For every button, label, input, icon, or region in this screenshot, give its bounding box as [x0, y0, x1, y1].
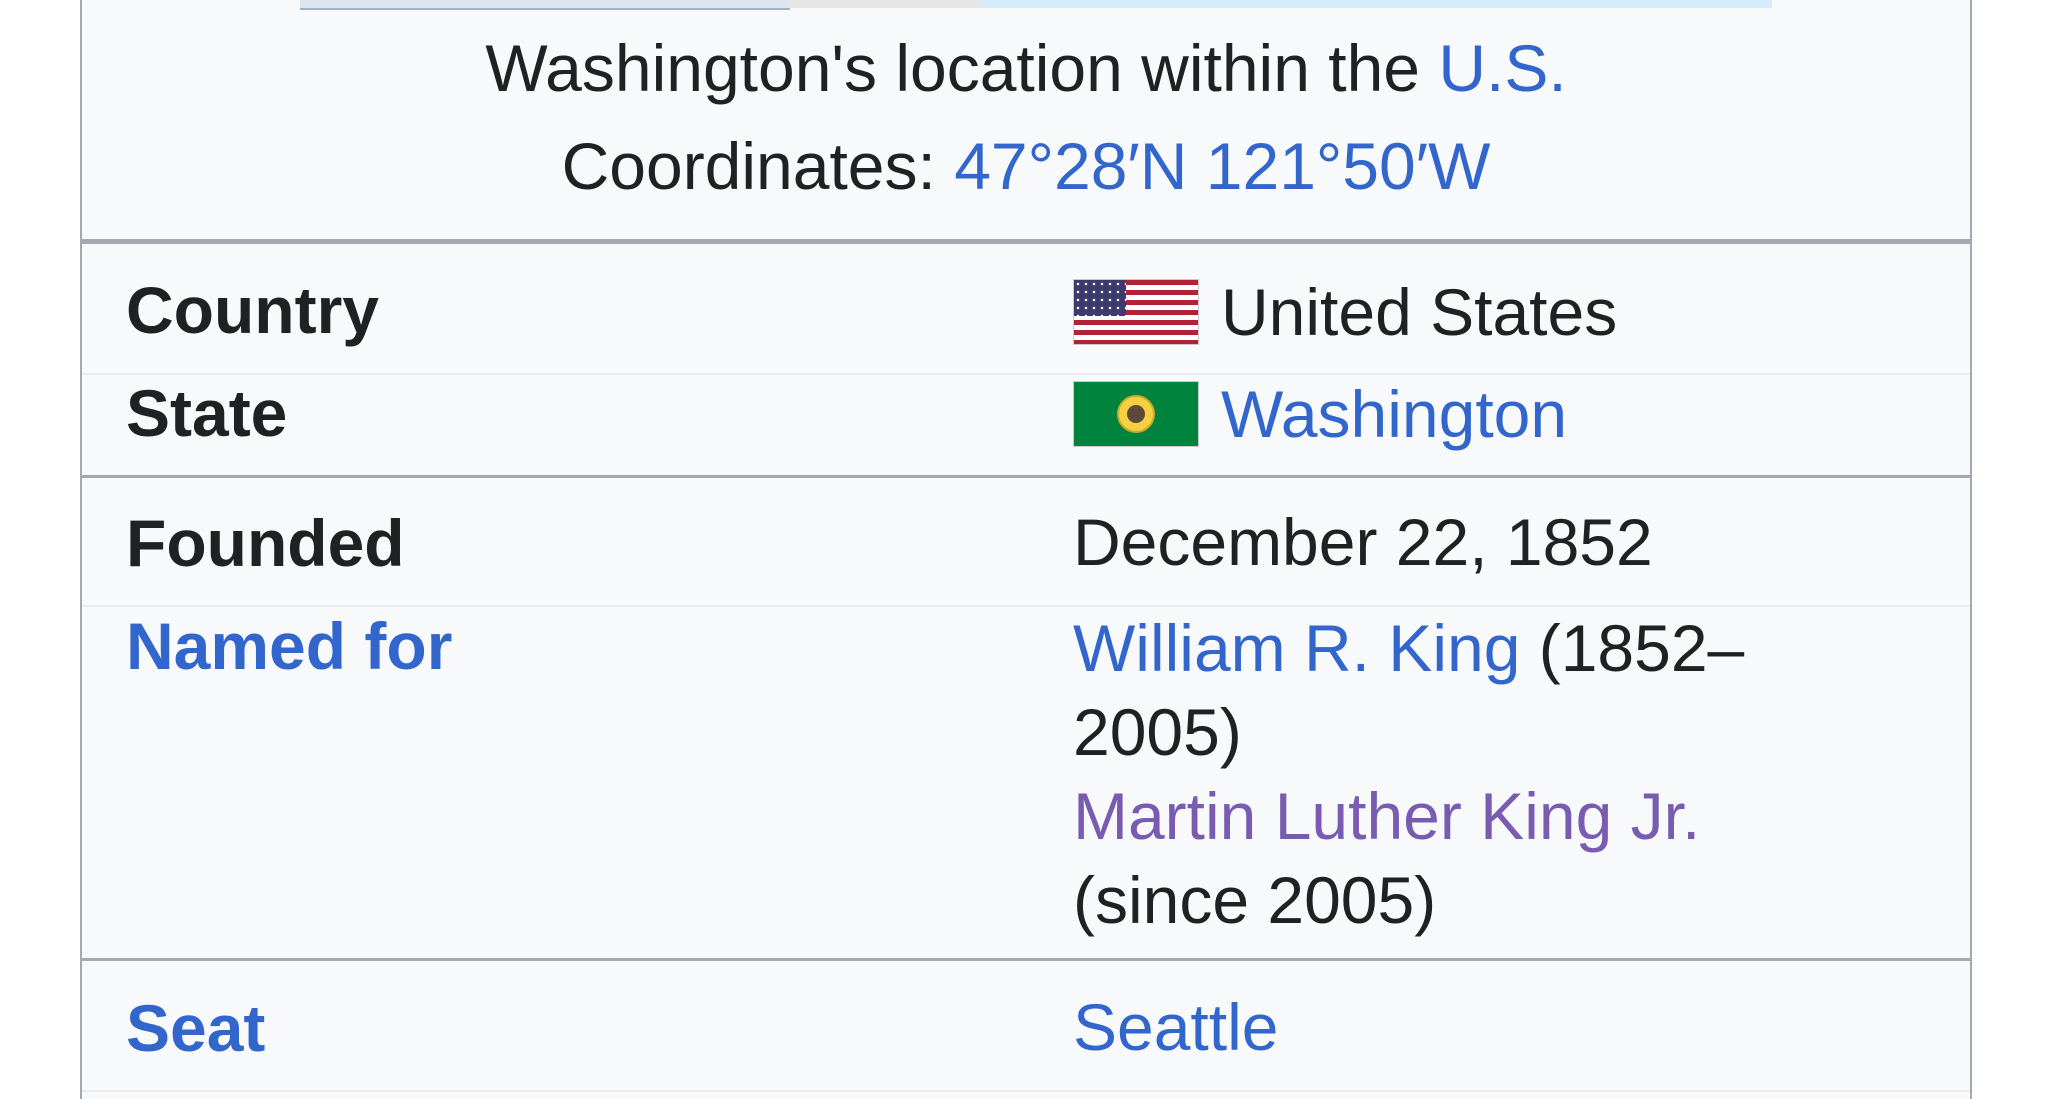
row-divider	[82, 1090, 1970, 1092]
seattle-link[interactable]: Seattle	[1073, 985, 1278, 1069]
country-label: Country	[126, 273, 379, 347]
founded-label: Founded	[126, 506, 405, 580]
us-flag-icon[interactable]	[1073, 278, 1199, 345]
coordinates-link[interactable]: 47°28′N 121°50′W	[954, 129, 1490, 203]
named-for-entry-2: Martin Luther King Jr. (since 2005)	[1073, 774, 1833, 942]
location-map-image[interactable]	[300, 0, 790, 10]
section-divider	[82, 958, 1970, 961]
martin-luther-king-jr-years: (since 2005)	[1073, 863, 1437, 937]
william-r-king-link[interactable]: William R. King	[1073, 611, 1520, 685]
location-map-image-water	[982, 0, 1772, 8]
washington-link[interactable]: Washington	[1221, 377, 1567, 451]
seat-link[interactable]: Seat	[126, 990, 265, 1066]
coordinates: Coordinates: 47°28′N 121°50′W	[82, 128, 1970, 204]
named-for-value: William R. King (1852–2005) Martin Luthe…	[1073, 606, 1833, 942]
founded-value: December 22, 1852	[1073, 505, 1653, 579]
section-divider	[82, 239, 1970, 244]
row-divider	[82, 373, 1970, 375]
section-divider	[82, 475, 1970, 478]
named-for-link[interactable]: Named for	[126, 608, 452, 684]
us-link[interactable]: U.S.	[1438, 31, 1566, 105]
martin-luther-king-jr-link[interactable]: Martin Luther King Jr.	[1073, 779, 1700, 853]
country-value: United States	[1073, 270, 1617, 354]
named-for-entry-1: William R. King (1852–2005)	[1073, 606, 1833, 774]
washington-flag-icon[interactable]	[1073, 380, 1199, 447]
infobox: Washington's location within the U.S. Co…	[80, 0, 1972, 1099]
location-map-image-edge	[790, 0, 982, 8]
map-caption: Washington's location within the U.S.	[82, 30, 1970, 106]
map-caption-text: Washington's location within the	[485, 31, 1439, 105]
country-name: United States	[1221, 275, 1618, 349]
coordinates-label: Coordinates:	[561, 129, 955, 203]
state-value: Washington	[1073, 372, 1567, 456]
state-label: State	[126, 376, 288, 450]
